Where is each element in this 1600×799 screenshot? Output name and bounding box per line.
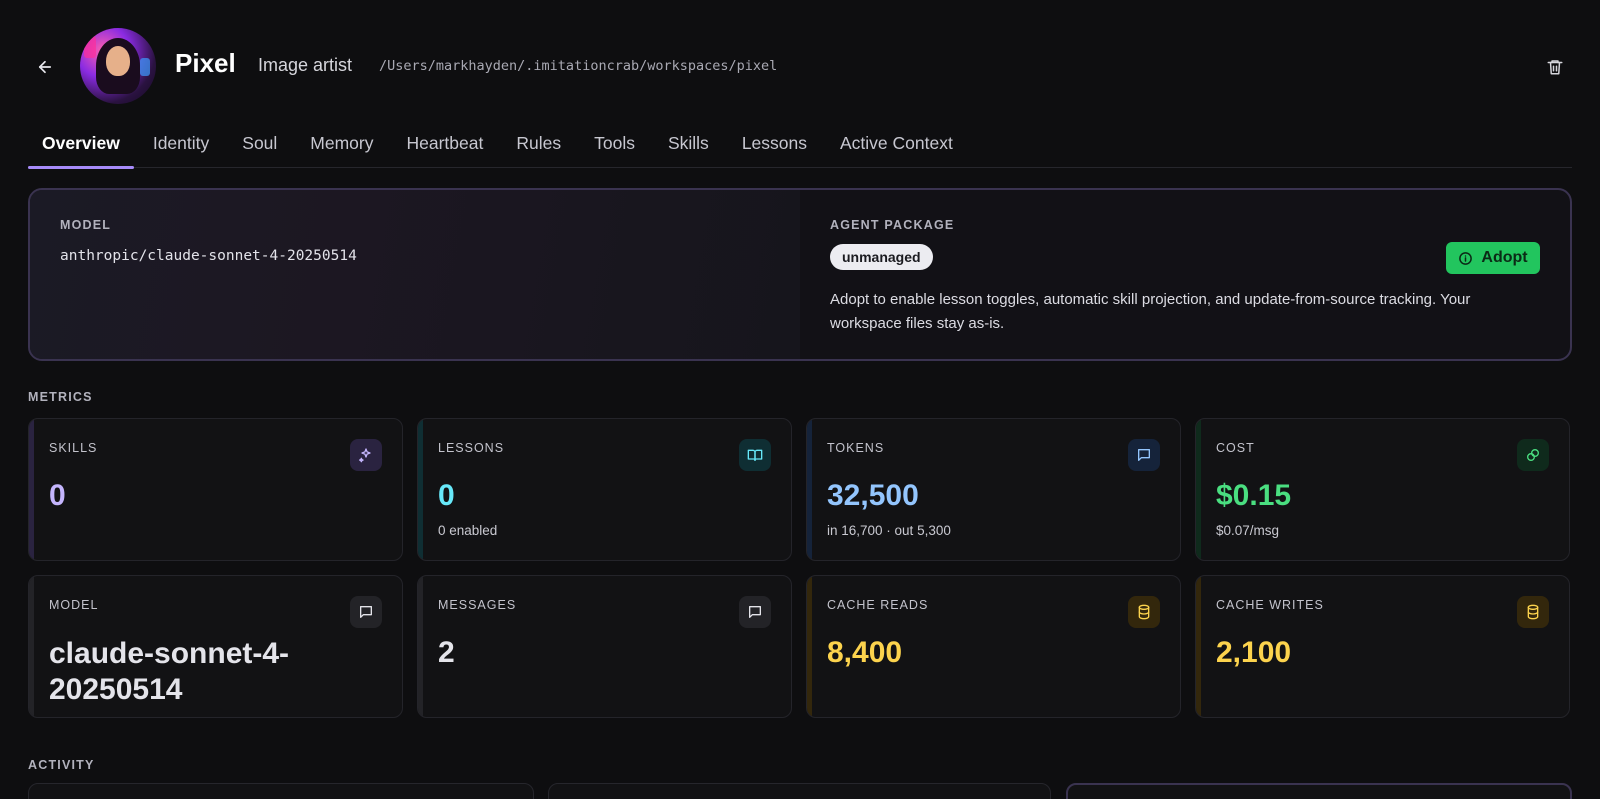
tab-overview[interactable]: Overview (28, 124, 134, 169)
metric-accent-bar (418, 419, 423, 560)
agent-package-label: AGENT PACKAGE (830, 218, 955, 232)
agent-package-panel: AGENT PACKAGE unmanaged Adopt Adopt to e… (800, 190, 1570, 359)
metric-card-cache-reads: CACHE READS 8,400 (806, 575, 1181, 718)
metric-label: MODEL (49, 598, 99, 612)
metric-label: TOKENS (827, 441, 885, 455)
metric-label: LESSONS (438, 441, 505, 455)
message-icon (739, 596, 771, 628)
tab-skills[interactable]: Skills (654, 124, 723, 168)
metric-card-skills: SKILLS 0 (28, 418, 403, 561)
metric-card-cache-writes: CACHE WRITES 2,100 (1195, 575, 1570, 718)
tab-lessons[interactable]: Lessons (728, 124, 821, 168)
model-package-card: MODEL anthropic/claude-sonnet-4-20250514… (28, 188, 1572, 361)
metric-card-tokens: TOKENS 32,500 in 16,700 · out 5,300 (806, 418, 1181, 561)
activity-card (548, 783, 1051, 799)
tab-active-context[interactable]: Active Context (826, 124, 967, 168)
metric-card-model: MODEL claude-sonnet-4-20250514 (28, 575, 403, 718)
workspace-path: /Users/markhayden/.imitationcrab/workspa… (379, 58, 778, 74)
tab-soul[interactable]: Soul (228, 124, 291, 168)
model-panel: MODEL anthropic/claude-sonnet-4-20250514 (30, 190, 800, 359)
model-label: MODEL (60, 218, 112, 232)
metrics-heading: METRICS (28, 390, 93, 404)
activity-card (28, 783, 534, 799)
adopt-description: Adopt to enable lesson toggles, automati… (830, 291, 1471, 332)
metric-subtext: 0 enabled (438, 523, 498, 538)
delete-button[interactable] (1543, 55, 1567, 79)
metric-subtext: in 16,700 · out 5,300 (827, 523, 951, 538)
book-icon (739, 439, 771, 471)
metric-card-lessons: LESSONS 0 0 enabled (417, 418, 792, 561)
sparkles-icon (350, 439, 382, 471)
agent-name: Pixel (175, 48, 236, 78)
adopt-button[interactable]: Adopt (1446, 242, 1540, 274)
back-button[interactable] (32, 54, 58, 80)
message-icon (1128, 439, 1160, 471)
metric-accent-bar (418, 576, 423, 717)
activity-card (1066, 783, 1572, 799)
info-icon (1459, 251, 1473, 265)
coins-icon (1517, 439, 1549, 471)
metric-value: 8,400 (827, 636, 903, 669)
arrow-left-icon (38, 60, 52, 74)
package-status-badge: unmanaged (830, 244, 933, 270)
message-icon (350, 596, 382, 628)
metric-accent-bar (29, 419, 34, 560)
metric-value: 0 (49, 479, 66, 512)
metric-value: 2 (438, 636, 455, 669)
metric-value: 0 (438, 479, 455, 512)
tab-tools[interactable]: Tools (580, 124, 649, 168)
metric-label: CACHE READS (827, 598, 929, 612)
metric-accent-bar (29, 576, 34, 717)
metric-accent-bar (807, 576, 812, 717)
metric-value: claude-sonnet-4-20250514 (49, 637, 290, 706)
metric-label: MESSAGES (438, 598, 517, 612)
metric-value: 2,100 (1216, 636, 1292, 669)
metric-label: CACHE WRITES (1216, 598, 1324, 612)
metric-label: COST (1216, 441, 1255, 455)
adopt-button-label: Adopt (1481, 249, 1528, 266)
metric-accent-bar (1196, 576, 1201, 717)
metric-card-messages: MESSAGES 2 (417, 575, 792, 718)
tab-memory[interactable]: Memory (296, 124, 387, 168)
agent-header: Pixel Image artist /Users/markhayden/.im… (0, 0, 1600, 130)
database-icon (1128, 596, 1160, 628)
tab-identity[interactable]: Identity (139, 124, 223, 168)
metric-value: 32,500 (827, 479, 919, 512)
metric-value: $0.15 (1216, 479, 1292, 512)
metric-subtext: $0.07/msg (1216, 523, 1280, 538)
tab-heartbeat[interactable]: Heartbeat (393, 124, 498, 168)
metric-label: SKILLS (49, 441, 98, 455)
avatar (80, 28, 156, 104)
model-value: anthropic/claude-sonnet-4-20250514 (60, 248, 357, 264)
activity-heading: ACTIVITY (28, 758, 95, 772)
metric-accent-bar (807, 419, 812, 560)
agent-role: Image artist (258, 55, 353, 75)
database-icon (1517, 596, 1549, 628)
tab-rules[interactable]: Rules (502, 124, 575, 168)
tab-bar: Overview Identity Soul Memory Heartbeat … (28, 124, 1572, 169)
metric-accent-bar (1196, 419, 1201, 560)
trash-icon (1547, 60, 1563, 75)
metric-card-cost: COST $0.15 $0.07/msg (1195, 418, 1570, 561)
